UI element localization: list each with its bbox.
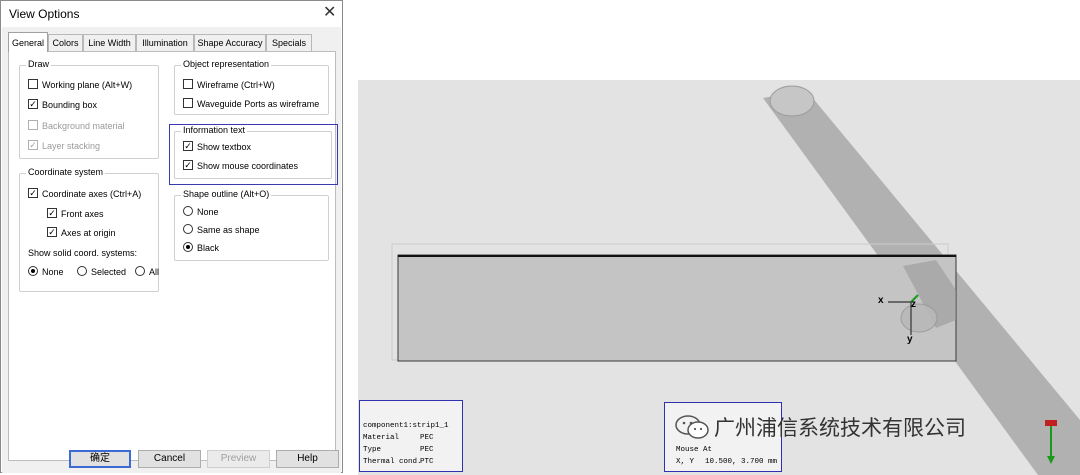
- checkbox-label: Layer stacking: [42, 141, 101, 151]
- information-text-title: Information text: [181, 125, 248, 135]
- information-text-highlight: Information text ✓ Show textbox ✓ Show m…: [169, 124, 338, 185]
- check-icon: ✓: [28, 188, 38, 198]
- shape-outline-title: Shape outline (Alt+O): [181, 189, 272, 199]
- object-representation-title: Object representation: [181, 59, 272, 69]
- watermark: 广州浦信系统技术有限公司: [674, 413, 966, 441]
- checkbox-label: Wireframe (Ctrl+W): [197, 80, 275, 90]
- radio-dot: [186, 245, 190, 249]
- info-key: Material: [363, 434, 400, 442]
- radio-label: None: [42, 267, 64, 277]
- info-value: PTC: [420, 458, 434, 466]
- checkbox-box: [28, 120, 38, 130]
- dialog-title: View Options: [9, 7, 80, 21]
- radio-label: Black: [197, 243, 220, 253]
- check-icon: ✓: [28, 99, 38, 109]
- radio-button: [183, 242, 193, 252]
- tab-line-width[interactable]: Line Width: [83, 34, 136, 51]
- coordinate-system-group: Coordinate system ✓ Coordinate axes (Ctr…: [19, 167, 160, 292]
- tab-shape-accuracy[interactable]: Shape Accuracy: [194, 34, 266, 51]
- check-icon: ✓: [47, 208, 57, 218]
- general-panel: Draw Working plane (Alt+W) ✓ Bounding bo…: [8, 51, 338, 461]
- strip-block: [397, 254, 957, 362]
- solid-coord-label: Show solid coord. systems:: [28, 248, 138, 258]
- checkbox-label: Show textbox: [197, 142, 252, 152]
- radio-button: [77, 266, 87, 276]
- checkbox-label: Show mouse coordinates: [197, 161, 299, 171]
- check-icon: ✓: [28, 140, 38, 150]
- checkbox-label: Front axes: [61, 209, 104, 219]
- cancel-button[interactable]: Cancel: [138, 450, 201, 468]
- tab-general[interactable]: General: [8, 32, 48, 52]
- axis-label-z: z: [911, 299, 916, 310]
- checkbox-box: [183, 79, 193, 89]
- checkbox-label: Coordinate axes (Ctrl+A): [42, 189, 142, 199]
- radio-button: [183, 206, 193, 216]
- info-key: Type: [363, 446, 382, 454]
- information-text-group: Information text ✓ Show textbox ✓ Show m…: [174, 125, 332, 179]
- info-value: PEC: [420, 434, 434, 442]
- checkbox-label: Background material: [42, 121, 125, 131]
- checkbox-box: [28, 79, 38, 89]
- mouse-info-label: X, Y: [676, 458, 695, 466]
- watermark-text: 广州浦信系统技术有限公司: [714, 416, 966, 440]
- check-icon: ✓: [183, 141, 193, 151]
- view-options-dialog: View Options ✕ General Colors Line Width…: [0, 0, 343, 473]
- radio-dot: [31, 269, 35, 273]
- component-info-box: component1:strip1_1 Material PEC Type PE…: [359, 400, 463, 472]
- radio-label: Selected: [91, 267, 127, 277]
- checkbox-label: Bounding box: [42, 100, 98, 110]
- draw-group: Draw Working plane (Alt+W) ✓ Bounding bo…: [19, 59, 159, 159]
- close-icon[interactable]: ✕: [323, 4, 336, 22]
- tab-illumination[interactable]: Illumination: [136, 34, 194, 51]
- radio-button: [183, 224, 193, 234]
- info-key: Thermal cond.: [363, 458, 422, 466]
- tab-colors[interactable]: Colors: [48, 34, 83, 51]
- corner-axis-icon: [1045, 420, 1057, 464]
- radio-button: [28, 266, 38, 276]
- component-name: component1:strip1_1: [363, 422, 449, 430]
- checkbox-label: Working plane (Alt+W): [42, 80, 133, 90]
- info-value: PEC: [420, 446, 434, 454]
- radio-label: Same as shape: [197, 225, 260, 235]
- mouse-info-value: 10.500, 3.700 mm: [705, 458, 778, 466]
- help-button[interactable]: Help: [276, 450, 339, 468]
- preview-button: Preview: [207, 450, 270, 468]
- tab-specials[interactable]: Specials: [266, 34, 312, 51]
- shape-outline-group: Shape outline (Alt+O) None Same as shape…: [174, 189, 329, 261]
- ok-button[interactable]: 确定: [69, 450, 131, 468]
- check-icon: ✓: [47, 227, 57, 237]
- check-icon: ✓: [183, 160, 193, 170]
- object-representation-group: Object representation Wireframe (Ctrl+W)…: [174, 59, 329, 115]
- axis-label-y: y: [907, 334, 913, 345]
- checkbox-label: Waveguide Ports as wireframe: [197, 99, 320, 109]
- mouse-info-title: Mouse At: [676, 446, 713, 454]
- checkbox-label: Axes at origin: [61, 228, 116, 238]
- radio-label: All: [149, 267, 160, 277]
- radio-button: [135, 266, 145, 276]
- draw-group-title: Draw: [26, 59, 52, 69]
- checkbox-box: [183, 98, 193, 108]
- coordinate-system-title: Coordinate system: [26, 167, 106, 177]
- axis-label-x: x: [878, 295, 884, 306]
- radio-label: None: [197, 207, 219, 217]
- dialog-body: General Colors Line Width Illumination S…: [2, 27, 341, 473]
- wechat-icon: [675, 415, 709, 439]
